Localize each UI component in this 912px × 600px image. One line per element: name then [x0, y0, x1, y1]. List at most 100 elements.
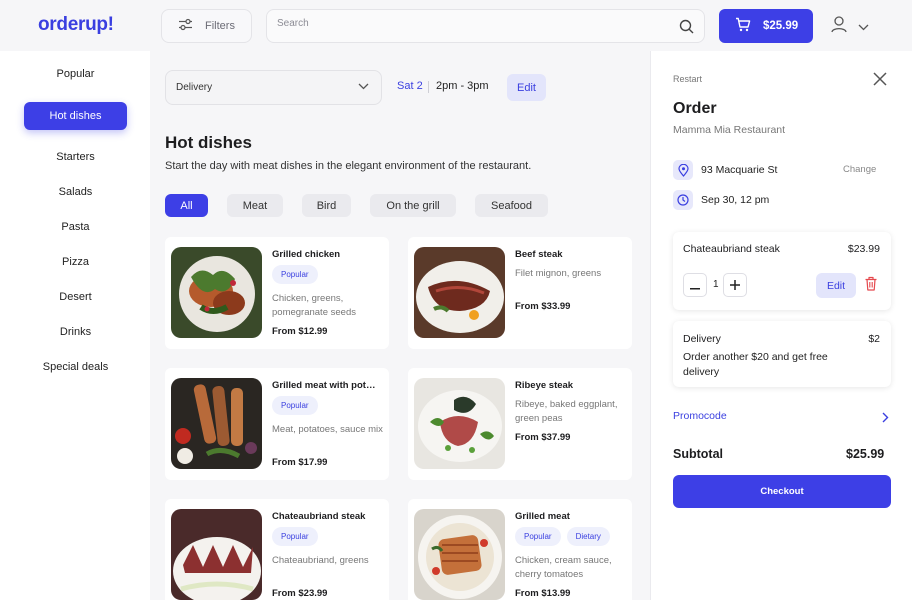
trash-icon[interactable] — [864, 276, 878, 296]
cart-icon — [735, 17, 751, 35]
filters-button[interactable]: Filters — [161, 9, 252, 43]
dish-card[interactable]: Ribeye steak Ribeye, baked eggplant, gre… — [408, 368, 632, 480]
dish-price: From $13.99 — [515, 588, 571, 599]
sidebar-item-hot-dishes[interactable]: Hot dishes — [24, 102, 127, 130]
dish-card[interactable]: Grilled meat with pot… Popular Meat, pot… — [165, 368, 389, 480]
restaurant-name: Mamma Mia Restaurant — [673, 124, 786, 136]
dish-description: Chicken, cream sauce, cherry tomatoes — [515, 555, 612, 580]
cart-total: $25.99 — [763, 20, 799, 32]
dish-name: Grilled chicken — [272, 249, 341, 260]
app-logo[interactable]: orderup! — [38, 14, 114, 36]
dish-price: From $17.99 — [272, 457, 328, 468]
delivery-mode-select[interactable]: Delivery — [165, 70, 382, 105]
chip-seafood[interactable]: Seafood — [475, 194, 548, 217]
sidebar-item-pizza[interactable]: Pizza — [24, 248, 127, 276]
dish-card[interactable]: Grilled chicken Popular Chicken, greens,… — [165, 237, 389, 349]
sidebar-item-pasta[interactable]: Pasta — [24, 213, 127, 241]
dish-name: Chateaubriand steak — [272, 511, 366, 522]
quantity-value: 1 — [713, 279, 719, 290]
sidebar-item-popular[interactable]: Popular — [24, 60, 127, 88]
chip-on-the-grill[interactable]: On the grill — [370, 194, 456, 217]
dish-name: Grilled meat with pot… — [272, 380, 376, 391]
dish-card[interactable]: Beef steak Filet mignon, greens From $33… — [408, 237, 632, 349]
dish-name: Grilled meat — [515, 511, 570, 522]
free-delivery-note: Order another $20 and get free delivery — [683, 351, 828, 378]
dish-tag: Popular — [272, 265, 318, 284]
section-title: Hot dishes — [165, 133, 252, 152]
dish-name: Beef steak — [515, 249, 563, 260]
change-address-link[interactable]: Change — [843, 164, 876, 175]
search-icon[interactable] — [679, 19, 694, 39]
edit-time-button[interactable]: Edit — [507, 74, 546, 101]
dish-image — [171, 247, 262, 338]
dish-price: From $23.99 — [272, 588, 328, 599]
delivery-time: 2pm - 3pm — [436, 80, 489, 92]
delivery-label: Delivery — [683, 333, 721, 345]
subtotal-value: $25.99 — [846, 447, 885, 461]
delivery-datetime: Sep 30, 12 pm — [701, 194, 770, 206]
dish-price: From $12.99 — [272, 326, 328, 337]
search-bar — [266, 9, 705, 43]
checkout-button[interactable]: Checkout — [673, 475, 891, 508]
category-sidebar: Popular Hot dishes Starters Salads Pasta… — [0, 51, 150, 600]
promocode-label: Promocode — [673, 410, 727, 422]
cart-item: Chateaubriand steak $23.99 1 Edit — [673, 232, 891, 310]
close-icon[interactable] — [873, 72, 887, 91]
dish-description: Chicken, greens, pomegranate seeds — [272, 293, 356, 318]
cart-button[interactable]: $25.99 — [719, 9, 813, 43]
sliders-icon — [178, 18, 193, 34]
delivery-address: 93 Macquarie St — [701, 164, 778, 176]
chip-meat[interactable]: Meat — [227, 194, 283, 217]
user-menu[interactable] — [830, 15, 869, 38]
dish-tag: Popular — [515, 527, 561, 546]
sidebar-item-desert[interactable]: Desert — [24, 283, 127, 311]
chevron-right-icon — [882, 410, 889, 428]
dish-card[interactable]: Grilled meat Popular Dietary Chicken, cr… — [408, 499, 632, 600]
sidebar-item-starters[interactable]: Starters — [24, 143, 127, 171]
dish-price: From $37.99 — [515, 432, 571, 443]
cart-item-name: Chateaubriand steak — [683, 243, 780, 255]
dish-card[interactable]: Chateaubriand steak Popular Chateaubrian… — [165, 499, 389, 600]
dish-price: From $33.99 — [515, 301, 571, 312]
dish-tag: Popular — [272, 396, 318, 415]
chip-all[interactable]: All — [165, 194, 208, 217]
chevron-down-icon — [858, 18, 869, 36]
dish-image — [414, 509, 505, 600]
dish-image — [171, 378, 262, 469]
search-input[interactable] — [277, 18, 657, 29]
dish-tag: Dietary — [566, 527, 610, 546]
chip-bird[interactable]: Bird — [302, 194, 351, 217]
dish-image — [414, 378, 505, 469]
dish-tag: Popular — [272, 527, 318, 546]
dish-description: Meat, potatoes, sauce mix — [272, 424, 383, 435]
dish-tags: Popular — [272, 265, 318, 284]
dish-image — [171, 509, 262, 600]
sidebar-item-drinks[interactable]: Drinks — [24, 318, 127, 346]
delivery-mode-value: Delivery — [176, 82, 213, 93]
sidebar-item-special-deals[interactable]: Special deals — [24, 353, 127, 381]
delivery-date: Sat 2 — [397, 80, 423, 92]
minus-icon — [690, 277, 700, 293]
dish-description: Ribeye, baked eggplant, green peas — [515, 399, 618, 424]
delivery-price: $2 — [868, 333, 880, 345]
cart-item-price: $23.99 — [847, 243, 880, 255]
order-title: Order — [673, 100, 717, 117]
filters-label: Filters — [205, 20, 235, 32]
clock-icon — [673, 190, 693, 210]
dish-name: Ribeye steak — [515, 380, 574, 391]
chevron-down-icon — [358, 82, 369, 93]
restart-link[interactable]: Restart — [673, 74, 702, 84]
user-icon — [830, 15, 848, 38]
subtotal-label: Subtotal — [673, 447, 723, 461]
order-panel: Restart Order Mamma Mia Restaurant 93 Ma… — [650, 51, 912, 600]
dish-tags: Popular — [272, 396, 318, 415]
increase-quantity-button[interactable] — [723, 273, 747, 297]
promocode-row[interactable]: Promocode — [673, 409, 891, 425]
edit-item-button[interactable]: Edit — [816, 273, 856, 298]
delivery-summary: Delivery $2 Order another $20 and get fr… — [673, 321, 891, 387]
dish-tags: Popular — [272, 527, 318, 546]
decrease-quantity-button[interactable] — [683, 273, 707, 297]
top-bar: orderup! Filters $25.99 — [0, 0, 912, 51]
sidebar-item-salads[interactable]: Salads — [24, 178, 127, 206]
location-pin-icon — [673, 160, 693, 180]
